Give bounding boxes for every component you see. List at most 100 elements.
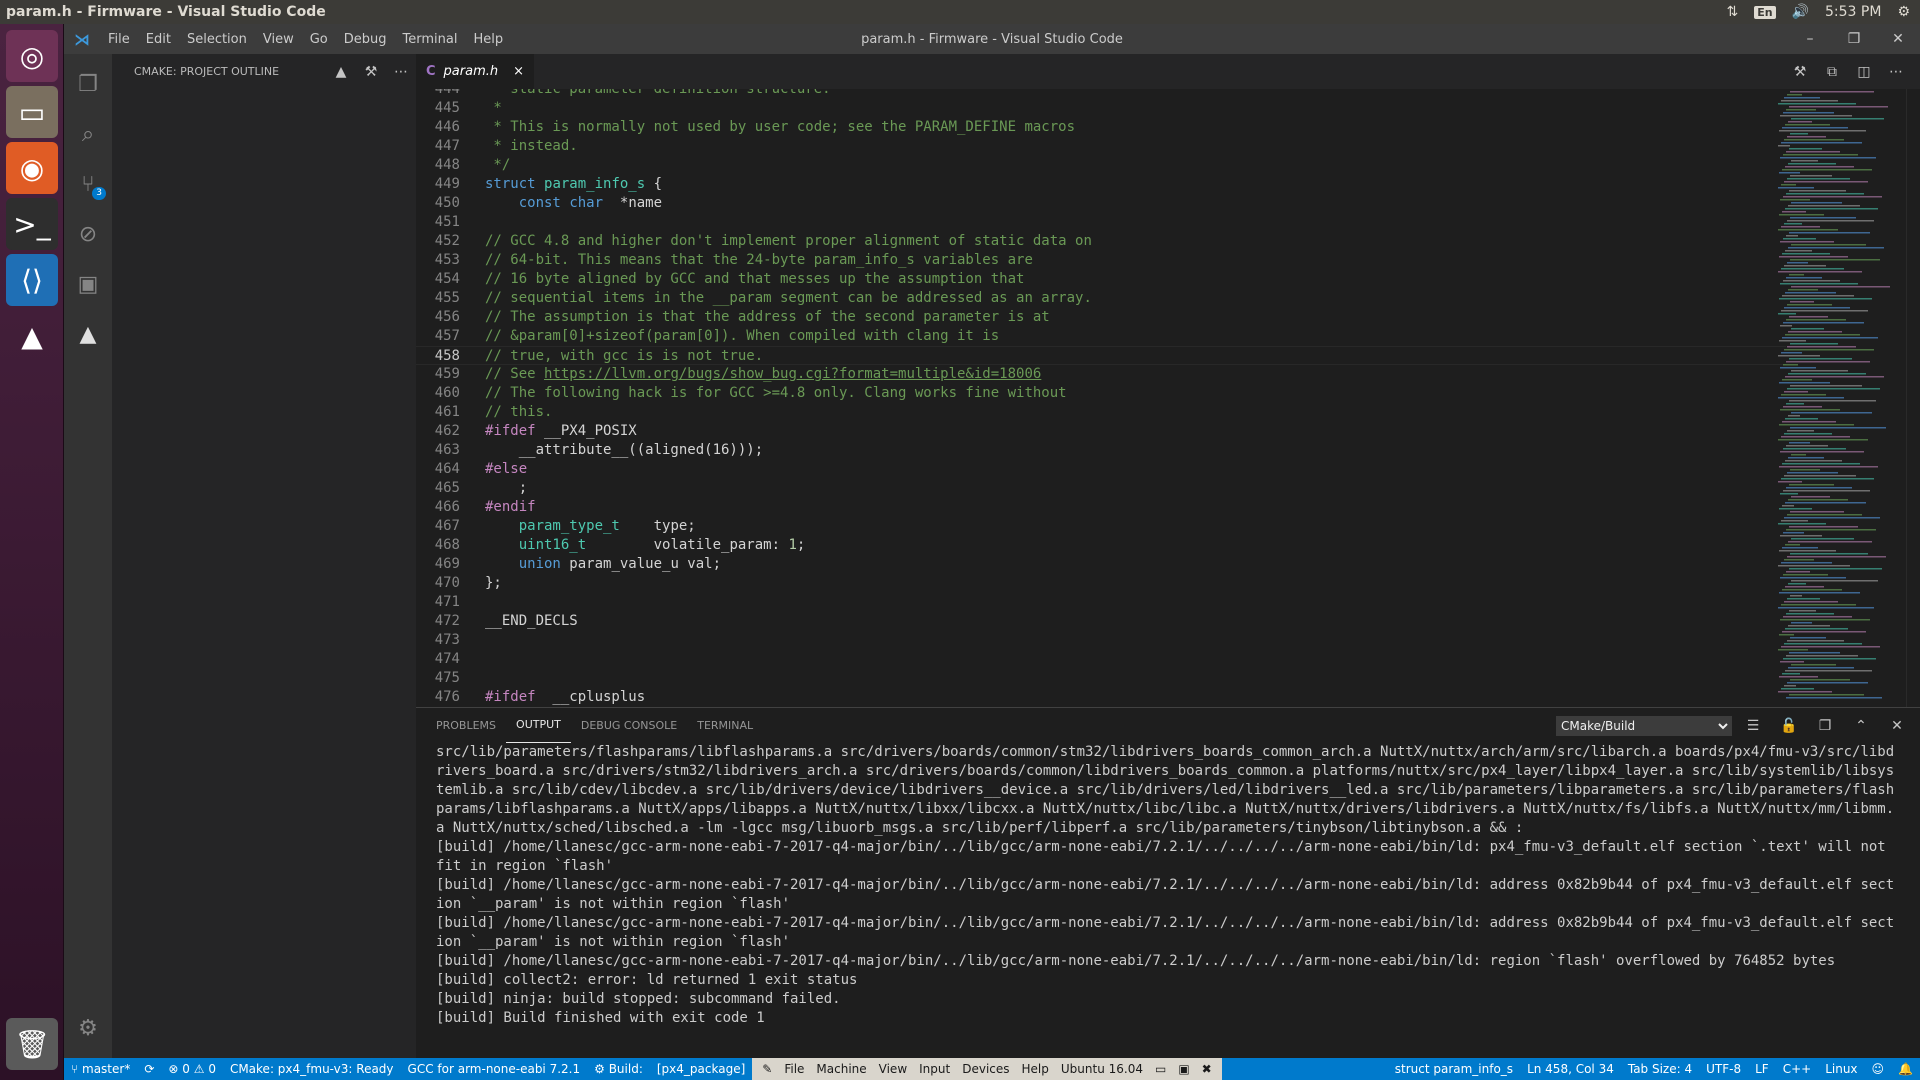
tab-debug-console[interactable]: DEBUG CONSOLE bbox=[571, 708, 687, 743]
vbox-menu-file[interactable]: File bbox=[778, 1062, 810, 1076]
current-symbol[interactable]: struct param_info_s bbox=[1388, 1062, 1520, 1076]
terminal-icon[interactable]: >_ bbox=[6, 198, 58, 250]
tab-problems[interactable]: PROBLEMS bbox=[426, 708, 506, 743]
code-token: #ifdef bbox=[485, 423, 536, 439]
explorer-icon[interactable]: ❐ bbox=[64, 60, 112, 108]
menu-debug[interactable]: Debug bbox=[336, 32, 395, 47]
manage-gear-icon[interactable]: ⚙ bbox=[64, 1004, 112, 1052]
debug-icon[interactable]: ⊘ bbox=[64, 210, 112, 258]
notifications-bell-icon[interactable]: 🔔 bbox=[1891, 1062, 1920, 1076]
vscode-launcher-icon[interactable]: ⟨⟩ bbox=[6, 254, 58, 306]
minimap-line bbox=[1780, 115, 1852, 117]
vbox-menu-view[interactable]: View bbox=[873, 1062, 913, 1076]
minimap-line bbox=[1782, 169, 1872, 171]
menu-selection[interactable]: Selection bbox=[179, 32, 255, 47]
minimap-line bbox=[1788, 289, 1818, 291]
code-text: // See https://llvm.org/bugs/show_bug.cg… bbox=[485, 365, 1041, 384]
code-token: https://llvm.org/bugs/show_bug.cgi?forma… bbox=[544, 366, 1042, 382]
code-token: #ifdef bbox=[485, 689, 536, 705]
build-icon[interactable]: ⚒ bbox=[1784, 64, 1816, 80]
output-channel-select[interactable]: CMake/Build bbox=[1556, 715, 1732, 736]
code-token: const bbox=[518, 195, 561, 211]
end-of-line[interactable]: LF bbox=[1748, 1062, 1776, 1076]
build-label: Build: bbox=[608, 1062, 643, 1076]
menu-go[interactable]: Go bbox=[302, 32, 336, 47]
platform[interactable]: Linux bbox=[1818, 1062, 1864, 1076]
keyboard-layout-indicator[interactable]: En bbox=[1754, 5, 1776, 19]
settings-gear-icon[interactable]: ⚙ bbox=[1897, 4, 1910, 20]
menu-terminal[interactable]: Terminal bbox=[395, 32, 466, 47]
copy-icon[interactable]: ❐ bbox=[1810, 718, 1840, 734]
split-editor-icon[interactable]: ◫ bbox=[1848, 64, 1880, 80]
line-number: 444 bbox=[434, 89, 460, 97]
build-target[interactable]: [px4_package] bbox=[650, 1062, 752, 1076]
cmake-launcher-icon[interactable]: ▲ bbox=[6, 310, 58, 362]
language-mode[interactable]: C++ bbox=[1776, 1062, 1819, 1076]
more-actions-icon[interactable]: ⋯ bbox=[386, 64, 416, 80]
vbox-display-icon[interactable]: ▣ bbox=[1172, 1062, 1195, 1076]
extensions-icon[interactable]: ▣ bbox=[64, 260, 112, 308]
menu-file[interactable]: File bbox=[100, 32, 138, 47]
feedback-icon[interactable]: ☺ bbox=[1865, 1062, 1892, 1076]
vbox-monitor-icon[interactable]: ▭ bbox=[1149, 1062, 1172, 1076]
vbox-close-icon[interactable]: ✖ bbox=[1196, 1062, 1218, 1076]
minimap-line bbox=[1789, 442, 1810, 444]
editor-more-icon[interactable]: ⋯ bbox=[1880, 64, 1912, 80]
maximize-panel-icon[interactable]: ⌃ bbox=[1846, 718, 1876, 734]
problems-counter[interactable]: ⊗ 0 ⚠ 0 bbox=[161, 1062, 223, 1076]
trash-icon[interactable]: 🗑 bbox=[6, 1018, 58, 1070]
build-hammer-icon[interactable]: ⚒ bbox=[356, 64, 386, 80]
output-log[interactable]: src/lib/parameters/flashparams/libflashp… bbox=[436, 743, 1902, 1059]
ubuntu-icon[interactable]: ◎ bbox=[6, 30, 58, 82]
open-changes-icon[interactable]: ⧉ bbox=[1816, 64, 1848, 80]
maximize-button[interactable]: ❐ bbox=[1832, 24, 1876, 54]
firefox-icon[interactable]: ◉ bbox=[6, 142, 58, 194]
tab-close-icon[interactable]: × bbox=[513, 64, 524, 79]
lock-scroll-icon[interactable]: 🔓 bbox=[1774, 718, 1804, 734]
code-editor[interactable]: 444 * static parameter definition struct… bbox=[416, 89, 1920, 707]
vbox-menu-machine[interactable]: Machine bbox=[810, 1062, 872, 1076]
tab-param-h[interactable]: C param.h × bbox=[416, 54, 534, 89]
menu-bar: File Edit Selection View Go Debug Terminal Help bbox=[100, 32, 511, 47]
menu-view[interactable]: View bbox=[255, 32, 302, 47]
vbox-menu-input[interactable]: Input bbox=[913, 1062, 956, 1076]
cmake-icon[interactable]: ▲ bbox=[64, 310, 112, 358]
build-button[interactable]: ⚙ Build: bbox=[587, 1062, 650, 1076]
clock[interactable]: 5:53 PM bbox=[1825, 4, 1881, 20]
sync-icon[interactable]: ⟳ bbox=[137, 1062, 161, 1076]
cmake-status[interactable]: CMake: px4_fmu-v3: Ready bbox=[223, 1062, 401, 1076]
network-icon[interactable]: ⇅ bbox=[1726, 4, 1738, 20]
tab-output[interactable]: OUTPUT bbox=[506, 708, 571, 743]
vbox-menu-devices[interactable]: Devices bbox=[956, 1062, 1015, 1076]
encoding[interactable]: UTF-8 bbox=[1699, 1062, 1748, 1076]
tab-size[interactable]: Tab Size: 4 bbox=[1621, 1062, 1699, 1076]
close-panel-icon[interactable]: ✕ bbox=[1882, 718, 1912, 734]
minimap-line bbox=[1784, 265, 1826, 267]
menu-help[interactable]: Help bbox=[465, 32, 511, 47]
menu-edit[interactable]: Edit bbox=[138, 32, 179, 47]
tab-terminal[interactable]: TERMINAL bbox=[687, 708, 763, 743]
minimap[interactable] bbox=[1778, 89, 1908, 707]
files-icon[interactable]: ▭ bbox=[6, 86, 58, 138]
vbox-tool-icon[interactable]: ✎ bbox=[756, 1062, 778, 1076]
cursor-position[interactable]: Ln 458, Col 34 bbox=[1520, 1062, 1621, 1076]
close-window-button[interactable]: ✕ bbox=[1876, 24, 1920, 54]
minimap-line bbox=[1780, 409, 1840, 411]
code-token: struct bbox=[485, 176, 536, 192]
configure-icon[interactable]: ▲ bbox=[326, 64, 356, 80]
minimize-button[interactable]: – bbox=[1788, 24, 1832, 54]
vscode-titlebar: ⋊ File Edit Selection View Go Debug Terminal He… bbox=[64, 24, 1920, 54]
vbox-menu-help[interactable]: Help bbox=[1016, 1062, 1055, 1076]
code-line: 450 const char *name bbox=[416, 194, 1786, 213]
volume-icon[interactable]: 🔊 bbox=[1792, 4, 1809, 20]
code-text: union param_value_u val; bbox=[485, 555, 721, 574]
source-control-icon[interactable]: ⑂ 3 bbox=[64, 160, 112, 208]
minimap-line bbox=[1787, 178, 1850, 180]
cmake-kit[interactable]: GCC for arm-none-eabi 7.2.1 bbox=[401, 1062, 588, 1076]
git-branch[interactable]: ⑂ master* bbox=[64, 1062, 137, 1076]
minimap-line bbox=[1786, 529, 1876, 531]
search-icon[interactable]: ⌕ bbox=[64, 110, 112, 158]
minimap-line bbox=[1785, 502, 1866, 504]
editor-scrollbar[interactable] bbox=[1906, 89, 1920, 707]
clear-output-icon[interactable]: ☰ bbox=[1738, 718, 1768, 734]
